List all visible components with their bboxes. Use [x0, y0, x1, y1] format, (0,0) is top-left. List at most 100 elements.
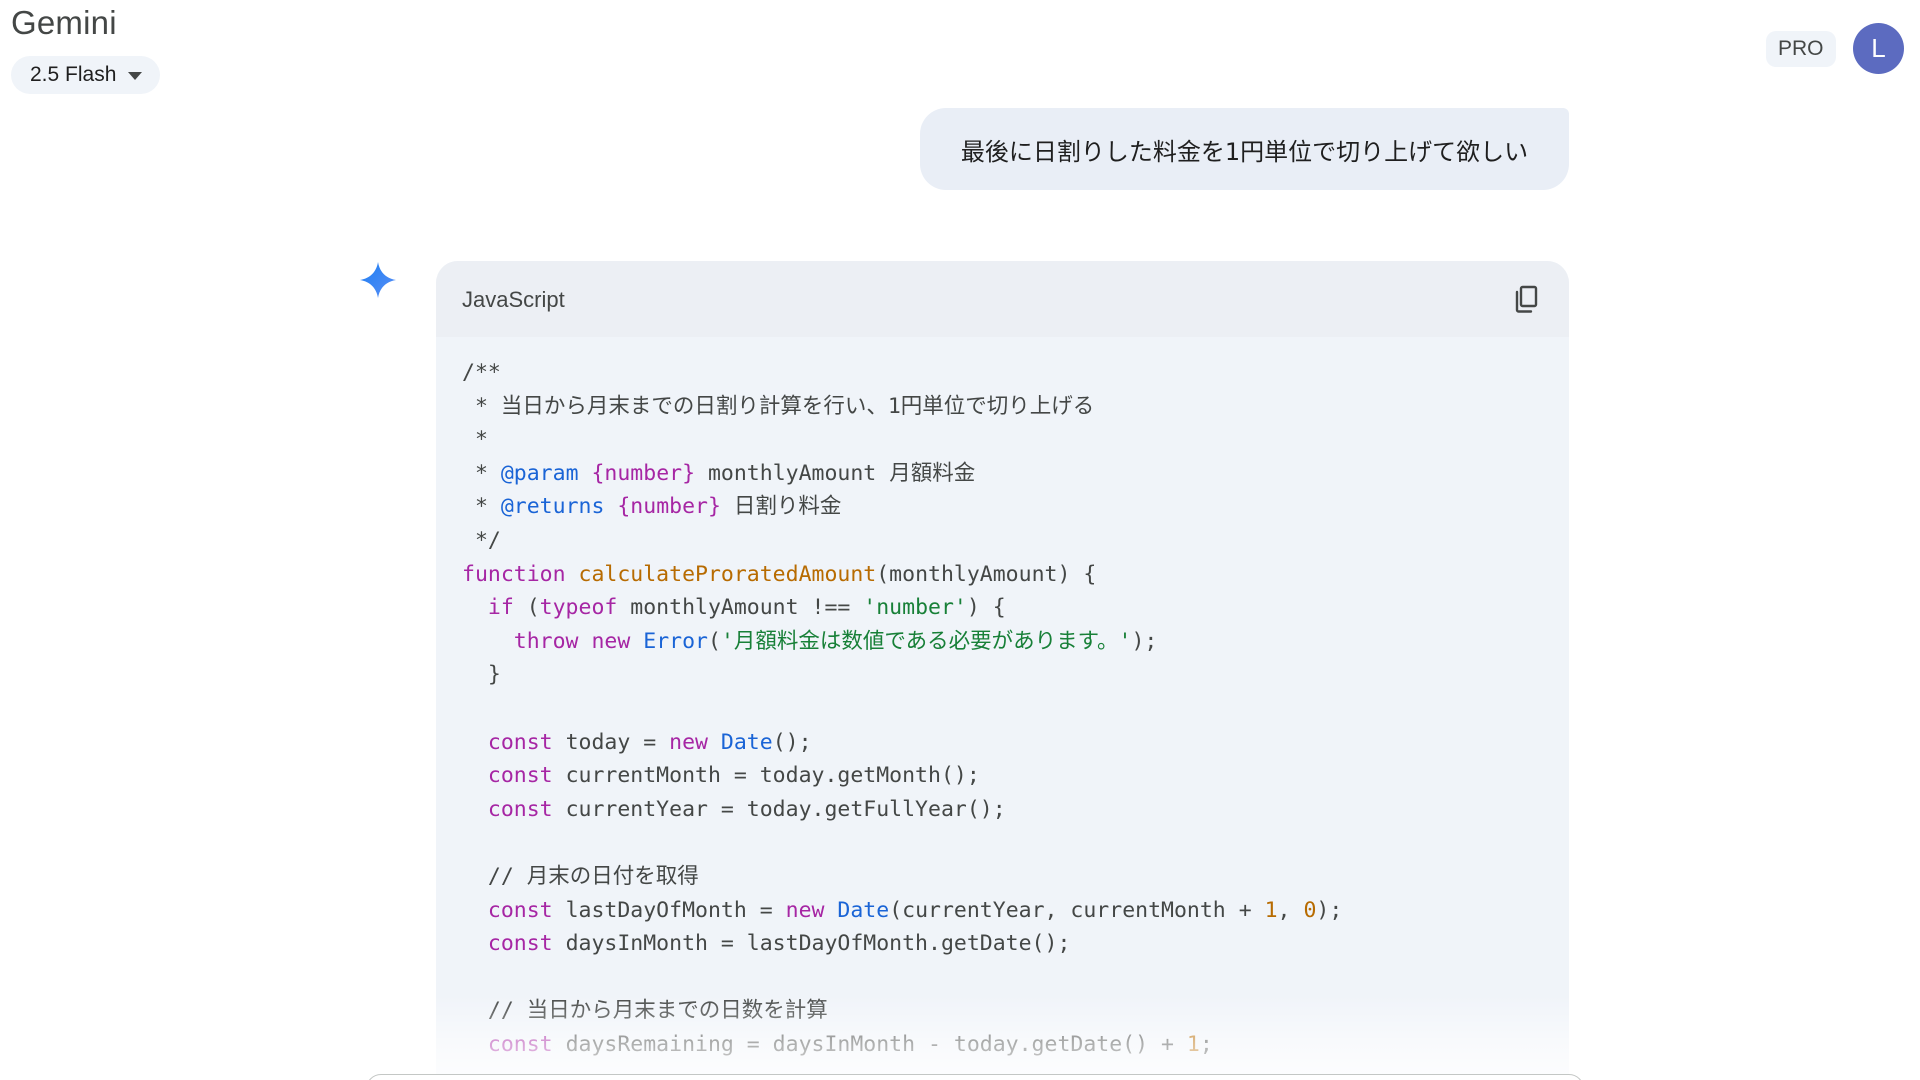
user-message-bubble: 最後に日割りした料金を1円単位で切り上げて欲しい — [920, 108, 1569, 190]
code-line: * @param {number} monthlyAmount 月額料金 — [462, 457, 1542, 491]
code-token: {number} — [617, 494, 721, 520]
model-label: 2.5 Flash — [30, 63, 117, 86]
code-token: * — [462, 427, 488, 453]
user-avatar[interactable]: L — [1853, 23, 1904, 74]
code-token: Date — [720, 729, 773, 755]
code-token: {number} — [591, 460, 696, 486]
code-line: const daysInMonth = lastDayOfMonth.getDa… — [462, 927, 1542, 961]
code-token: Date — [837, 897, 890, 923]
prompt-input-box[interactable] — [366, 1074, 1584, 1080]
code-token: } — [462, 662, 501, 688]
code-token: 1 — [1264, 897, 1278, 923]
code-token: const — [487, 931, 553, 957]
code-token: currentMonth = today.getMonth(); — [552, 763, 980, 789]
code-token: if — [487, 595, 514, 621]
code-line: /** — [462, 356, 1542, 390]
code-line: if (typeof monthlyAmount !== 'number') { — [462, 591, 1542, 625]
code-token: currentYear = today.getFullYear(); — [552, 796, 1006, 822]
code-token: daysInMonth = lastDayOfMonth.getDate(); — [552, 931, 1071, 957]
code-token: monthlyAmount 月額料金 — [695, 460, 976, 486]
code-token: @param — [500, 460, 579, 486]
code-token: * — [462, 460, 501, 486]
code-token: const — [487, 1031, 553, 1057]
code-token: typeof — [539, 595, 618, 621]
code-block-header: JavaScript — [436, 261, 1569, 337]
code-token: 0 — [1303, 897, 1317, 923]
code-token: */ — [462, 527, 501, 553]
code-line: const currentMonth = today.getMonth(); — [462, 759, 1542, 793]
code-token: daysRemaining = daysInMonth - today.getD… — [552, 1031, 1187, 1057]
code-token: calculateProratedAmount — [578, 561, 877, 587]
code-token: 日割り料金 — [720, 494, 842, 520]
code-line: * @returns {number} 日割り料金 — [462, 490, 1542, 524]
code-token: const — [487, 897, 553, 923]
code-token: * 当日から月末までの日割り計算を行い、1円単位で切り上げる — [462, 393, 1095, 419]
code-token: const — [487, 796, 553, 822]
caret-down-icon — [128, 72, 143, 80]
code-token: throw — [513, 628, 579, 654]
code-token: monthlyAmount !== — [617, 595, 864, 621]
code-line: const today = new Date(); — [462, 726, 1542, 760]
code-line: ​ — [462, 826, 1542, 860]
code-token: lastDayOfMonth = — [552, 897, 786, 923]
code-token: ); — [1131, 628, 1158, 654]
code-token: 'number' — [863, 595, 967, 621]
code-token: 1 — [1186, 1031, 1200, 1057]
code-line: ​ — [462, 692, 1542, 726]
code-line: ​ — [462, 961, 1542, 995]
code-line: const lastDayOfMonth = new Date(currentY… — [462, 894, 1542, 928]
code-line: * — [462, 423, 1542, 457]
pro-plan-badge: PRO — [1766, 31, 1836, 67]
code-token: // 当日から月末までの日数を計算 — [462, 998, 828, 1024]
code-token: function — [462, 561, 566, 587]
code-token: ); — [1316, 897, 1343, 923]
code-line: */ — [462, 524, 1542, 558]
code-line: throw new Error('月額料金は数値である必要があります。'); — [462, 625, 1542, 659]
code-token: new — [785, 897, 825, 923]
model-switcher-button[interactable]: 2.5 Flash — [11, 56, 161, 94]
code-line: // 当日から月末までの日数を計算 — [462, 994, 1542, 1028]
code-block: JavaScript /** * 当日から月末までの日割り計算を行い、1円単位で… — [436, 261, 1569, 1080]
code-token: const — [487, 763, 553, 789]
code-token: new — [591, 628, 631, 654]
code-token: (); — [772, 729, 812, 755]
code-token: * — [462, 494, 501, 520]
code-token: new — [669, 729, 708, 755]
code-token: ( — [513, 595, 540, 621]
copy-icon[interactable] — [1509, 281, 1545, 317]
code-token: (monthlyAmount) { — [876, 561, 1097, 587]
code-token: ; — [1199, 1031, 1213, 1057]
code-token: // 月末の日付を取得 — [462, 863, 699, 889]
code-line: * 当日から月末までの日割り計算を行い、1円単位で切り上げる — [462, 390, 1542, 424]
code-token: today = — [552, 729, 670, 755]
code-token: @returns — [500, 494, 605, 520]
code-token: Error — [643, 628, 708, 654]
code-line: // 月末の日付を取得 — [462, 860, 1542, 894]
code-token: /** — [462, 360, 501, 385]
gemini-sparkle-icon — [360, 262, 396, 298]
app-title: Gemini — [11, 4, 117, 41]
code-token: ) { — [966, 595, 1006, 621]
code-token: '月額料金は数値である必要があります。' — [720, 628, 1132, 654]
code-line: function calculateProratedAmount(monthly… — [462, 558, 1542, 592]
code-token: (currentYear, currentMonth + — [889, 897, 1265, 923]
code-line: const daysRemaining = daysInMonth - toda… — [462, 1028, 1542, 1062]
code-line: } — [462, 658, 1542, 692]
code-token: const — [487, 729, 553, 755]
gemini-chat-page: Gemini 2.5 Flash PRO L 最後に日割りした料金を1円単位で切… — [0, 0, 1920, 1080]
code-token: ( — [708, 628, 721, 654]
code-line: const currentYear = today.getFullYear(); — [462, 793, 1542, 827]
